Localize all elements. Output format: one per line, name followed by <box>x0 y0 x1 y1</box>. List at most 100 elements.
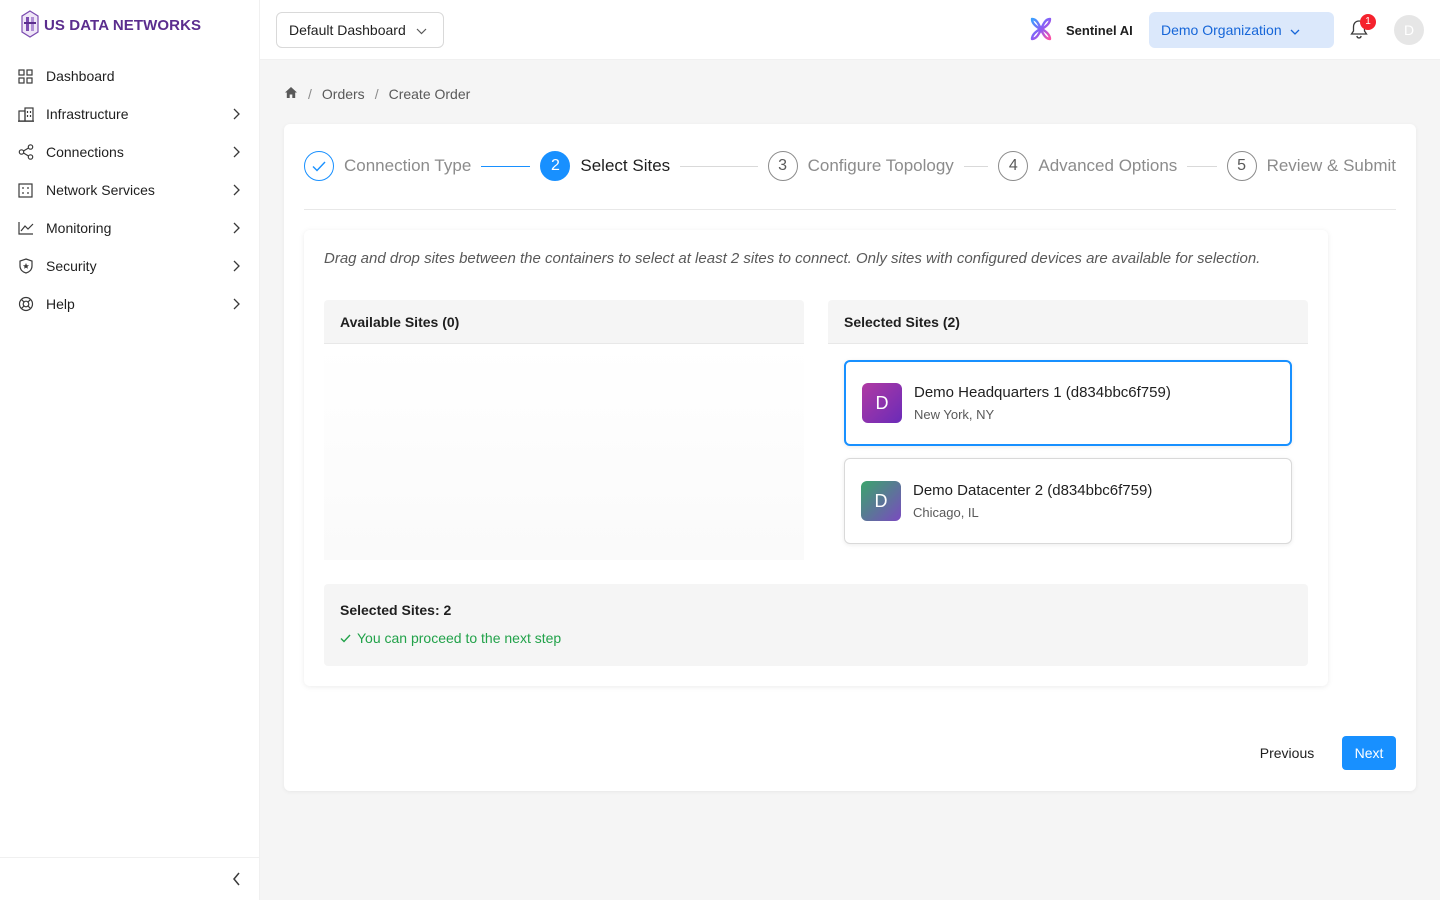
server-grid-icon <box>17 182 34 199</box>
shield-icon <box>17 258 34 275</box>
share-nodes-icon <box>17 144 34 161</box>
step-number: 3 <box>767 151 798 181</box>
site-name: Demo Headquarters 1 (d834bbc6f759) <box>914 384 1171 401</box>
top-header: Default Dashboard Sentinel AI Demo Organ… <box>260 0 1440 60</box>
order-steps: Connection Type 2 Select Sites 3 Configu… <box>304 150 1396 182</box>
sentinel-logo-icon <box>1028 16 1054 45</box>
dashboard-select[interactable]: Default Dashboard <box>276 12 444 48</box>
step-review-submit[interactable]: 5 Review & Submit <box>1226 151 1396 181</box>
sidebar-item-infrastructure[interactable]: Infrastructure <box>0 95 260 133</box>
step-label: Configure Topology <box>807 156 954 175</box>
hexagon-logo-icon <box>20 9 40 41</box>
breadcrumb-create-order: Create Order <box>388 86 471 102</box>
proceed-status: You can proceed to the next step <box>340 630 1292 646</box>
step-connector <box>963 165 989 167</box>
brand-name: US DATA NETWORKS <box>44 16 202 34</box>
select-sites-instructions: Drag and drop sites between the containe… <box>324 250 1261 267</box>
organization-select-value: Demo Organization <box>1161 22 1282 38</box>
available-sites-dropzone[interactable] <box>324 344 804 560</box>
step-configure-topology[interactable]: 3 Configure Topology <box>767 151 954 181</box>
available-sites-container[interactable]: Available Sites (0) <box>324 300 804 560</box>
selected-sites-title: Selected Sites (2) <box>828 300 1308 344</box>
selection-summary: Selected Sites: 2 You can proceed to the… <box>324 584 1308 666</box>
sidebar-item-dashboard[interactable]: Dashboard <box>0 57 260 95</box>
site-location: New York, NY <box>914 407 995 422</box>
check-icon <box>340 630 351 646</box>
step-label: Review & Submit <box>1266 156 1396 175</box>
chevron-left-icon <box>232 872 241 889</box>
site-info: Demo Headquarters 1 (d834bbc6f759) New Y… <box>914 384 1171 422</box>
available-sites-title: Available Sites (0) <box>324 300 804 344</box>
chevron-down-icon <box>1290 22 1300 38</box>
breadcrumb-orders[interactable]: Orders <box>322 86 365 102</box>
chevron-right-icon <box>230 146 242 158</box>
user-avatar[interactable]: D <box>1394 15 1424 45</box>
site-card[interactable]: D Demo Headquarters 1 (d834bbc6f759) New… <box>844 360 1292 446</box>
step-number: 5 <box>1226 151 1257 181</box>
sidebar: US DATA NETWORKS Dashboard Infrastructur… <box>0 0 260 900</box>
collapse-sidebar-button[interactable] <box>226 870 246 890</box>
proceed-status-text: You can proceed to the next step <box>357 630 562 646</box>
notifications-button[interactable]: 1 <box>1348 14 1376 42</box>
select-sites-panel: Drag and drop sites between the containe… <box>304 230 1328 686</box>
sidebar-item-help[interactable]: Help <box>0 285 260 323</box>
building-icon <box>17 106 34 123</box>
sentinel-ai-label: Sentinel AI <box>1066 22 1133 38</box>
home-icon[interactable] <box>284 86 298 102</box>
create-order-card: Connection Type 2 Select Sites 3 Configu… <box>284 124 1416 791</box>
site-location: Chicago, IL <box>913 505 979 520</box>
previous-button[interactable]: Previous <box>1246 736 1328 770</box>
site-name: Demo Datacenter 2 (d834bbc6f759) <box>913 482 1153 499</box>
chevron-down-icon <box>416 22 427 38</box>
organization-select[interactable]: Demo Organization <box>1149 12 1334 48</box>
step-connector <box>1187 165 1217 167</box>
sidebar-item-security[interactable]: Security <box>0 247 260 285</box>
breadcrumb: / Orders / Create Order <box>284 84 470 104</box>
sidebar-nav: Dashboard Infrastructure Connections Net… <box>0 57 260 323</box>
site-avatar: D <box>862 383 902 423</box>
sidebar-item-connections[interactable]: Connections <box>0 133 260 171</box>
lifebuoy-icon <box>17 296 34 313</box>
site-card[interactable]: D Demo Datacenter 2 (d834bbc6f759) Chica… <box>844 458 1292 544</box>
step-select-sites[interactable]: 2 Select Sites <box>540 151 670 181</box>
breadcrumb-separator: / <box>374 86 379 102</box>
sidebar-item-label: Help <box>46 296 75 312</box>
line-chart-icon <box>17 220 34 237</box>
step-done-indicator <box>304 151 334 181</box>
site-info: Demo Datacenter 2 (d834bbc6f759) Chicago… <box>913 482 1152 520</box>
next-button[interactable]: Next <box>1342 736 1396 770</box>
divider <box>304 209 1396 210</box>
selected-sites-dropzone[interactable]: D Demo Headquarters 1 (d834bbc6f759) New… <box>828 344 1308 560</box>
breadcrumb-separator: / <box>308 86 312 102</box>
chevron-right-icon <box>230 298 242 310</box>
step-connector <box>481 165 531 167</box>
step-connector <box>680 165 758 167</box>
chevron-right-icon <box>230 108 242 120</box>
dashboard-select-value: Default Dashboard <box>289 22 406 38</box>
grid-icon <box>17 68 34 85</box>
step-number: 2 <box>540 151 571 181</box>
selected-sites-container[interactable]: Selected Sites (2) D Demo Headquarters 1… <box>828 300 1308 560</box>
chevron-right-icon <box>230 222 242 234</box>
step-advanced-options[interactable]: 4 Advanced Options <box>998 151 1177 181</box>
check-icon <box>312 161 326 172</box>
sidebar-item-label: Network Services <box>46 182 155 198</box>
chevron-right-icon <box>230 260 242 272</box>
selected-count: Selected Sites: 2 <box>340 602 452 618</box>
step-connection-type[interactable]: Connection Type <box>304 151 471 181</box>
step-label: Select Sites <box>580 156 671 175</box>
step-number: 4 <box>998 151 1029 181</box>
sidebar-item-monitoring[interactable]: Monitoring <box>0 209 260 247</box>
sidebar-item-network-services[interactable]: Network Services <box>0 171 260 209</box>
brand-logo[interactable]: US DATA NETWORKS <box>20 9 202 41</box>
sidebar-item-label: Dashboard <box>46 68 115 84</box>
step-label: Advanced Options <box>1038 156 1178 175</box>
step-label: Connection Type <box>344 156 472 175</box>
sidebar-item-label: Connections <box>46 144 124 160</box>
sidebar-item-label: Security <box>46 258 97 274</box>
sidebar-item-label: Infrastructure <box>46 106 129 122</box>
sentinel-ai-button[interactable]: Sentinel AI <box>1028 16 1133 44</box>
sidebar-item-label: Monitoring <box>46 220 112 236</box>
chevron-right-icon <box>230 184 242 196</box>
notification-count-badge: 1 <box>1360 14 1376 30</box>
